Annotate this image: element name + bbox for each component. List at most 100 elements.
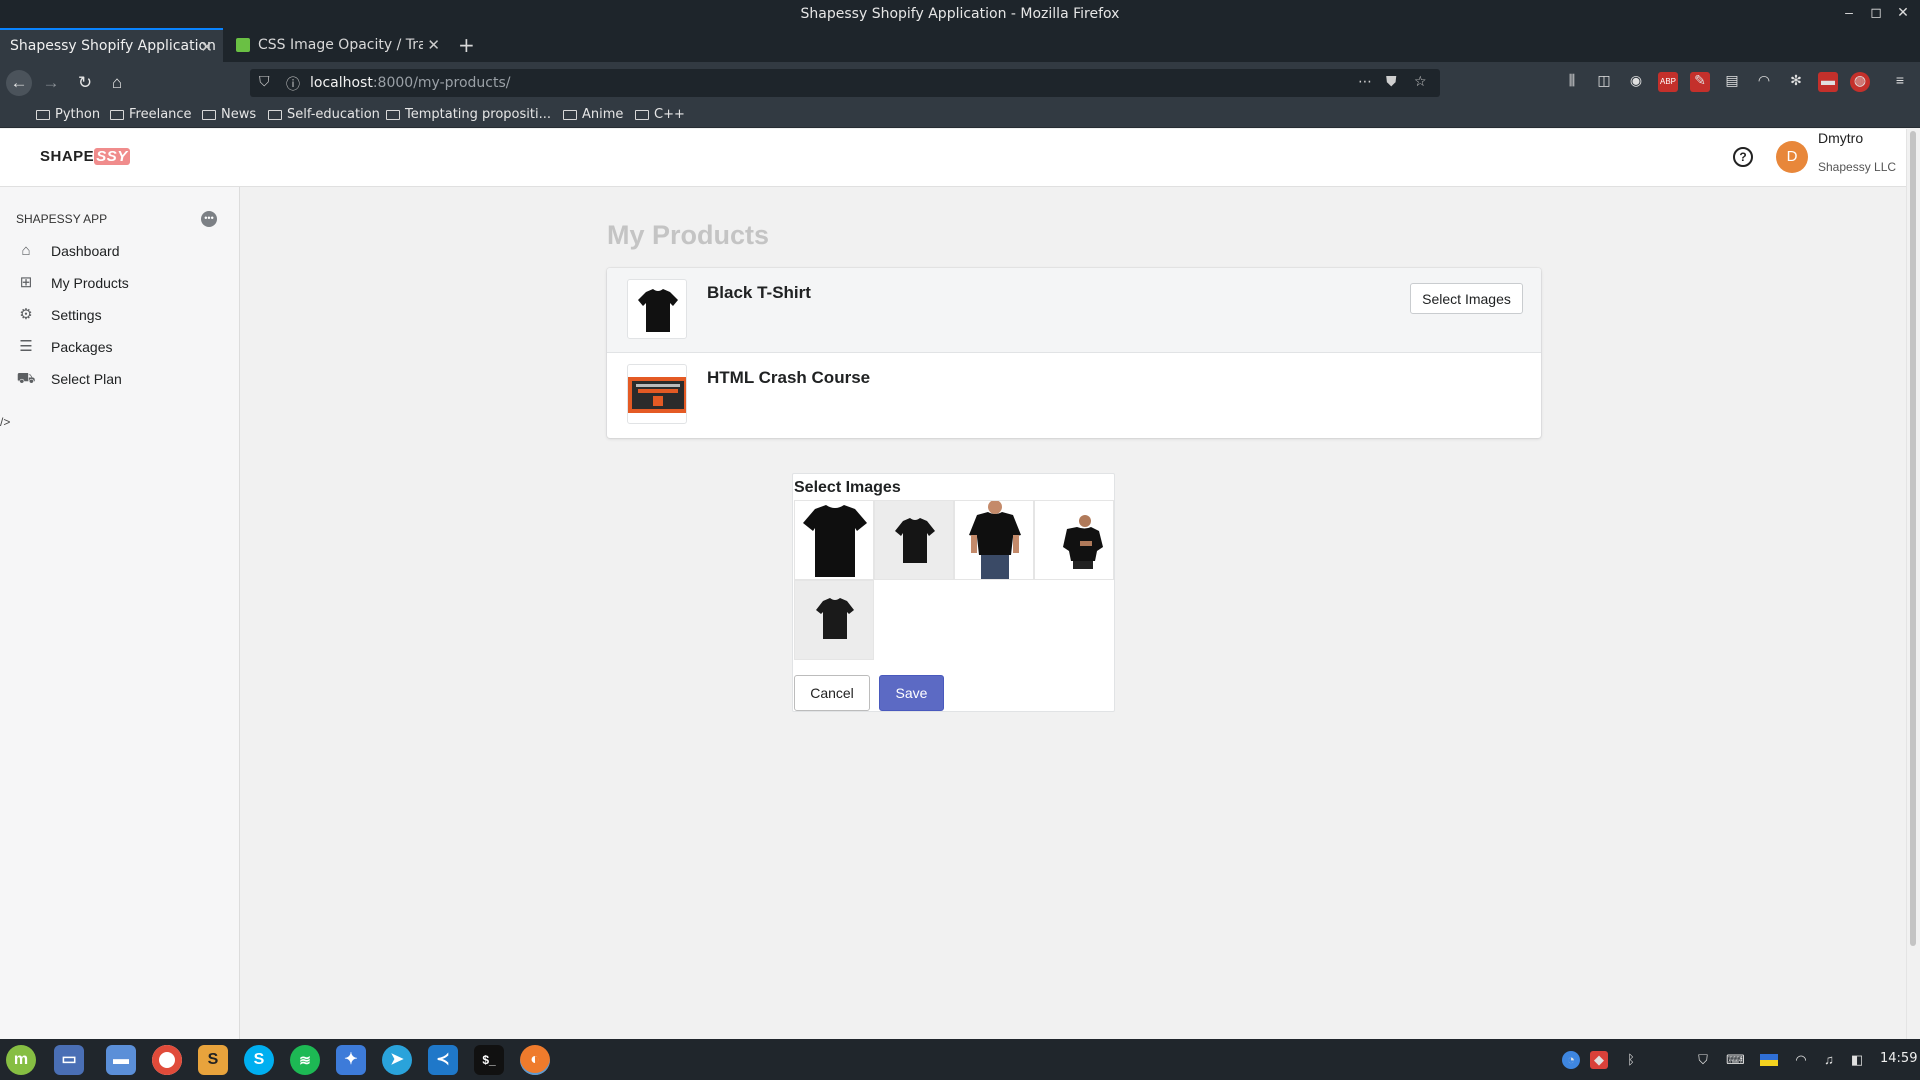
tracking-shield-icon[interactable]: ⛉: [259, 74, 270, 90]
sidebar-item-label: Select Plan: [51, 371, 122, 387]
adblock-extension-icon[interactable]: ABP: [1658, 72, 1678, 92]
sublime-icon[interactable]: S: [198, 1045, 228, 1075]
volume-icon[interactable]: ◧: [1848, 1051, 1866, 1069]
extension-reader-icon[interactable]: ▤: [1722, 72, 1742, 92]
show-desktop-icon[interactable]: ▭: [54, 1045, 84, 1075]
image-option[interactable]: [1034, 500, 1114, 580]
tab-shapessy[interactable]: Shapessy Shopify Application ✕: [0, 28, 223, 62]
save-button[interactable]: Save: [879, 675, 944, 711]
forward-arrow-icon[interactable]: →: [38, 70, 64, 96]
firefox-icon[interactable]: ◐: [520, 1045, 550, 1075]
user-name[interactable]: Dmytro: [1818, 130, 1863, 146]
bookmark-folder-self-education[interactable]: Self-education: [268, 107, 380, 122]
shapessy-logo[interactable]: SHAPE SSY: [40, 148, 130, 165]
bookmark-folder-anime[interactable]: Anime: [563, 107, 623, 122]
image-option[interactable]: [954, 500, 1034, 580]
bookmark-star-icon[interactable]: ☆: [1414, 74, 1427, 90]
user-company: Shapessy LLC: [1818, 160, 1897, 174]
sidebar-item-label: Settings: [51, 307, 102, 323]
product-name: HTML Crash Course: [707, 368, 871, 387]
sidebar-item-my-products[interactable]: ⊞ My Products: [16, 270, 226, 296]
ukraine-flag-icon[interactable]: [1760, 1054, 1778, 1066]
chat-bubble-icon[interactable]: •••: [201, 211, 217, 227]
extension-gear-icon[interactable]: ✻: [1786, 72, 1806, 92]
sidebar-heading: SHAPESSY APP: [16, 212, 108, 226]
tray-app-icon[interactable]: ◔: [1562, 1051, 1580, 1069]
back-arrow-icon[interactable]: ←: [6, 70, 32, 96]
close-tab-icon[interactable]: ✕: [427, 36, 440, 54]
gear-icon: ⚙: [19, 306, 33, 323]
cancel-button[interactable]: Cancel: [794, 675, 870, 711]
spotify-icon[interactable]: ≋: [290, 1045, 320, 1075]
minimize-icon[interactable]: –: [1840, 4, 1858, 20]
product-thumbnail: [627, 279, 687, 339]
extension-arc-icon[interactable]: ◠: [1754, 72, 1774, 92]
cart-icon: ⛟: [16, 370, 36, 387]
image-option[interactable]: [794, 580, 874, 660]
sidebar-item-dashboard[interactable]: ⌂ Dashboard: [16, 238, 226, 264]
page-viewport: SHAPE SSY ? D Dmytro Shapessy LLC SHAPESS…: [0, 129, 1920, 1039]
navigation-toolbar: ← → ↻ ⌂ ⛉ ⓘ localhost:8000/my-products/ …: [0, 62, 1920, 102]
sidebar-item-settings[interactable]: ⚙ Settings: [16, 302, 226, 328]
clock[interactable]: 14:59: [1880, 1051, 1917, 1066]
os-taskbar: m ▭ ▬ S S ≋ ✦ ➤ ≺ $_ ◐ ◔ ◆ ᛒ ⛉ ⌨ ◠ ♫ ◧ 1…: [0, 1039, 1920, 1080]
keyboard-layout-icon[interactable]: ⌨: [1726, 1051, 1745, 1069]
bookmark-folder-temptating[interactable]: Temptating propositi...: [386, 107, 551, 122]
music-icon[interactable]: ♫: [1820, 1051, 1838, 1069]
sidebar-item-select-plan[interactable]: ⛟ Select Plan: [16, 366, 226, 392]
bookmark-folder-cpp[interactable]: C++: [635, 107, 685, 122]
file-manager-icon[interactable]: ▬: [106, 1045, 136, 1075]
skype-icon[interactable]: S: [244, 1045, 274, 1075]
address-bar[interactable]: ⛉ ⓘ localhost:8000/my-products/ ⋯ ⛊ ☆: [250, 69, 1440, 97]
extension-record-icon[interactable]: ◍: [1850, 72, 1870, 92]
folder-icon: [110, 109, 124, 120]
bluetooth-icon[interactable]: ᛒ: [1622, 1051, 1640, 1069]
account-icon[interactable]: ◉: [1626, 72, 1646, 92]
window-title: Shapessy Shopify Application - Mozilla F…: [800, 6, 1120, 22]
terminal-icon[interactable]: $_: [474, 1045, 504, 1075]
site-info-icon[interactable]: ⓘ: [286, 74, 300, 94]
telegram-icon[interactable]: ➤: [382, 1045, 412, 1075]
bookmark-folder-news[interactable]: News: [202, 107, 256, 122]
bookmark-folder-python[interactable]: Python: [36, 107, 100, 122]
home-icon[interactable]: ⌂: [104, 70, 130, 96]
scrollbar-thumb[interactable]: [1910, 131, 1916, 946]
tray-anydesk-icon[interactable]: ◆: [1590, 1051, 1608, 1069]
bookmark-folder-freelance[interactable]: Freelance: [110, 107, 192, 122]
avatar[interactable]: D: [1776, 141, 1808, 173]
chrome-icon[interactable]: [152, 1045, 182, 1075]
close-tab-icon[interactable]: ✕: [200, 38, 213, 56]
vscode-icon[interactable]: ≺: [428, 1045, 458, 1075]
app-sidebar: SHAPESSY APP ••• ⌂ Dashboard ⊞ My Produc…: [0, 187, 240, 1039]
product-row[interactable]: Black T-Shirt Select Images: [607, 268, 1541, 353]
reload-icon[interactable]: ↻: [72, 70, 98, 96]
product-row[interactable]: HTML Crash Course: [607, 353, 1541, 438]
sidebar-item-packages[interactable]: ☰ Packages: [16, 334, 226, 360]
product-name: Black T-Shirt: [707, 283, 811, 302]
stray-markup-text: />: [0, 415, 11, 429]
hamburger-menu-icon[interactable]: ≡: [1890, 72, 1910, 92]
sidebar-toggle-icon[interactable]: ◫: [1594, 72, 1614, 92]
mint-menu-icon[interactable]: m: [6, 1045, 36, 1075]
modal-title: Select Images: [794, 479, 901, 496]
extension-red-icon[interactable]: ✎: [1690, 72, 1710, 92]
help-icon[interactable]: ?: [1733, 147, 1753, 167]
extension-dots-icon[interactable]: ▬: [1818, 72, 1838, 92]
url-text[interactable]: localhost:8000/my-products/: [310, 75, 511, 91]
window-titlebar: Shapessy Shopify Application - Mozilla F…: [0, 0, 1920, 28]
image-option[interactable]: [794, 500, 874, 580]
tab-css-opacity[interactable]: CSS Image Opacity / Transp ✕: [226, 28, 450, 62]
network-app-icon[interactable]: ✦: [336, 1045, 366, 1075]
products-icon: ⊞: [19, 274, 33, 291]
library-icon[interactable]: ⫼: [1562, 72, 1582, 92]
app-header: SHAPE SSY ? D Dmytro Shapessy LLC: [0, 129, 1906, 187]
new-tab-icon[interactable]: +: [452, 28, 482, 62]
image-option[interactable]: [874, 500, 954, 580]
select-images-button[interactable]: Select Images: [1410, 283, 1523, 314]
wifi-icon[interactable]: ◠: [1792, 1051, 1810, 1069]
page-actions-icon[interactable]: ⋯: [1358, 74, 1372, 90]
shield-icon[interactable]: ⛉: [1694, 1051, 1712, 1069]
pocket-icon[interactable]: ⛊: [1386, 74, 1397, 90]
close-window-icon[interactable]: ✕: [1894, 4, 1912, 21]
maximize-icon[interactable]: ◻: [1867, 4, 1885, 21]
